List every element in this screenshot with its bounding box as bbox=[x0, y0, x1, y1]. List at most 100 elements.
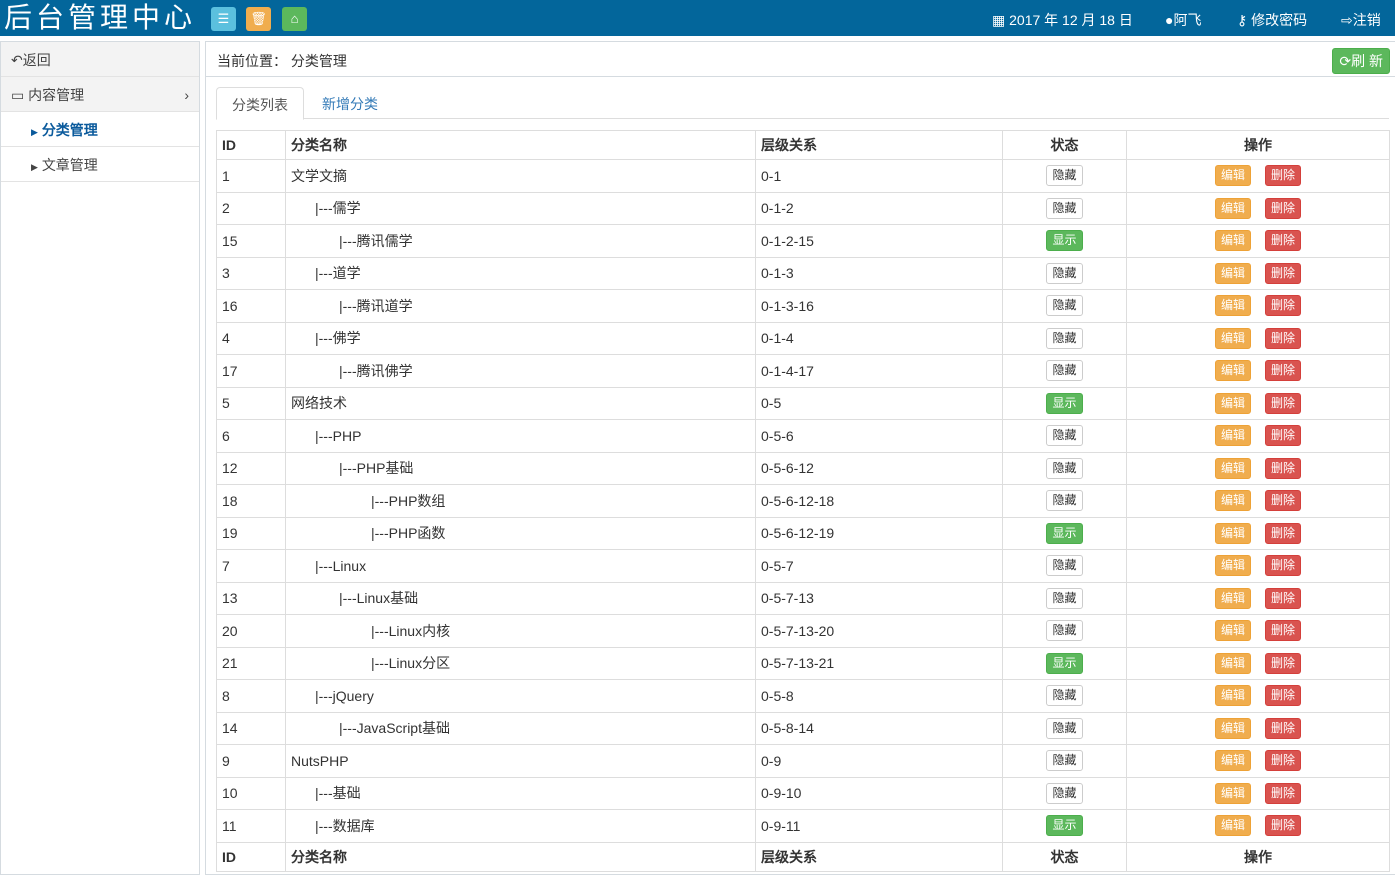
status-toggle-button[interactable]: 显示 bbox=[1046, 392, 1083, 414]
delete-button[interactable]: 删除 bbox=[1265, 685, 1302, 707]
sidebar-item-category[interactable]: ▶ 分类管理 bbox=[1, 112, 199, 147]
row-path: 0-5-7-13 bbox=[755, 581, 1003, 615]
table-row: 3 |---道学 0-1-3 隐藏 编辑 删除 bbox=[216, 256, 1390, 290]
status-toggle-button[interactable]: 隐藏 bbox=[1046, 620, 1083, 642]
row-status: 隐藏 bbox=[1002, 711, 1127, 745]
refresh-button[interactable]: ⟳刷 新 bbox=[1332, 48, 1390, 74]
edit-button[interactable]: 编辑 bbox=[1214, 782, 1251, 804]
status-toggle-button[interactable]: 显示 bbox=[1046, 815, 1083, 837]
delete-button[interactable]: 删除 bbox=[1265, 717, 1302, 739]
edit-button[interactable]: 编辑 bbox=[1214, 522, 1251, 544]
status-toggle-button[interactable]: 隐藏 bbox=[1046, 555, 1083, 577]
edit-button[interactable]: 编辑 bbox=[1214, 457, 1251, 479]
status-toggle-button[interactable]: 显示 bbox=[1046, 652, 1083, 674]
delete-button[interactable]: 删除 bbox=[1265, 230, 1302, 252]
sidebar-back[interactable]: ↶返回 bbox=[1, 42, 199, 77]
status-toggle-button[interactable]: 隐藏 bbox=[1046, 782, 1083, 804]
row-status: 显示 bbox=[1002, 646, 1127, 680]
delete-button[interactable]: 删除 bbox=[1265, 392, 1302, 414]
tab-category-list[interactable]: 分类列表 bbox=[216, 87, 304, 120]
category-name: |---PHP基础 bbox=[339, 460, 414, 477]
table-row: 5 网络技术 0-5 显示 编辑 删除 bbox=[216, 386, 1390, 420]
edit-button[interactable]: 编辑 bbox=[1214, 717, 1251, 739]
delete-button[interactable]: 删除 bbox=[1265, 782, 1302, 804]
delete-button[interactable]: 删除 bbox=[1265, 815, 1302, 837]
home-button[interactable]: ⌂ bbox=[282, 7, 307, 31]
row-path: 0-5-6-12 bbox=[755, 451, 1003, 485]
edit-button[interactable]: 编辑 bbox=[1214, 815, 1251, 837]
row-path: 0-5 bbox=[755, 386, 1003, 420]
edit-button[interactable]: 编辑 bbox=[1214, 327, 1251, 349]
status-toggle-button[interactable]: 隐藏 bbox=[1046, 685, 1083, 707]
delete-button[interactable]: 删除 bbox=[1265, 165, 1302, 187]
col-actions: 操作 bbox=[1126, 841, 1390, 872]
row-status: 隐藏 bbox=[1002, 321, 1127, 355]
monitor-icon: ▭ bbox=[11, 87, 25, 103]
status-toggle-button[interactable]: 隐藏 bbox=[1046, 165, 1083, 187]
sidebar-item-article[interactable]: ▶ 文章管理 bbox=[1, 147, 199, 182]
delete-button[interactable]: 删除 bbox=[1265, 197, 1302, 219]
row-status: 隐藏 bbox=[1002, 744, 1127, 778]
edit-button[interactable]: 编辑 bbox=[1214, 490, 1251, 512]
row-id: 3 bbox=[216, 256, 286, 290]
row-status: 隐藏 bbox=[1002, 256, 1127, 290]
edit-button[interactable]: 编辑 bbox=[1214, 750, 1251, 772]
tab-add-category[interactable]: 新增分类 bbox=[307, 87, 393, 120]
delete-button[interactable]: 删除 bbox=[1265, 360, 1302, 382]
edit-button[interactable]: 编辑 bbox=[1214, 652, 1251, 674]
edit-button[interactable]: 编辑 bbox=[1214, 555, 1251, 577]
status-toggle-button[interactable]: 显示 bbox=[1046, 230, 1083, 252]
status-toggle-button[interactable]: 隐藏 bbox=[1046, 750, 1083, 772]
menu-toggle-button[interactable]: ☰ bbox=[211, 7, 236, 31]
table-row: 15 |---腾讯儒学 0-1-2-15 显示 编辑 删除 bbox=[216, 224, 1390, 258]
clear-cache-button[interactable]: 🗑 bbox=[246, 7, 271, 31]
delete-button[interactable]: 删除 bbox=[1265, 522, 1302, 544]
delete-button[interactable]: 删除 bbox=[1265, 750, 1302, 772]
delete-button[interactable]: 删除 bbox=[1265, 652, 1302, 674]
delete-button[interactable]: 删除 bbox=[1265, 490, 1302, 512]
row-path: 0-5-8-14 bbox=[755, 711, 1003, 745]
status-toggle-button[interactable]: 隐藏 bbox=[1046, 327, 1083, 349]
delete-button[interactable]: 删除 bbox=[1265, 327, 1302, 349]
status-toggle-button[interactable]: 隐藏 bbox=[1046, 197, 1083, 219]
row-status: 隐藏 bbox=[1002, 484, 1127, 518]
status-toggle-button[interactable]: 隐藏 bbox=[1046, 360, 1083, 382]
logout-link[interactable]: ⇨注销 bbox=[1341, 0, 1381, 36]
delete-button[interactable]: 删除 bbox=[1265, 587, 1302, 609]
status-toggle-button[interactable]: 隐藏 bbox=[1046, 717, 1083, 739]
change-password-link[interactable]: ⚷ 修改密码 bbox=[1237, 0, 1307, 36]
edit-button[interactable]: 编辑 bbox=[1214, 425, 1251, 447]
status-toggle-button[interactable]: 隐藏 bbox=[1046, 490, 1083, 512]
edit-button[interactable]: 编辑 bbox=[1214, 685, 1251, 707]
status-toggle-button[interactable]: 隐藏 bbox=[1046, 295, 1083, 317]
delete-button[interactable]: 删除 bbox=[1265, 457, 1302, 479]
status-toggle-button[interactable]: 显示 bbox=[1046, 522, 1083, 544]
edit-button[interactable]: 编辑 bbox=[1214, 587, 1251, 609]
delete-button[interactable]: 删除 bbox=[1265, 555, 1302, 577]
edit-button[interactable]: 编辑 bbox=[1214, 165, 1251, 187]
edit-button[interactable]: 编辑 bbox=[1214, 197, 1251, 219]
category-name: |---PHP bbox=[315, 427, 362, 444]
delete-button[interactable]: 删除 bbox=[1265, 620, 1302, 642]
category-name: |---数据库 bbox=[315, 817, 375, 834]
status-toggle-button[interactable]: 隐藏 bbox=[1046, 457, 1083, 479]
edit-button[interactable]: 编辑 bbox=[1214, 360, 1251, 382]
edit-button[interactable]: 编辑 bbox=[1214, 230, 1251, 252]
trash-icon: 🗑 bbox=[250, 11, 267, 26]
table-row: 14 |---JavaScript基础 0-5-8-14 隐藏 编辑 删除 bbox=[216, 711, 1390, 745]
back-icon: ↶ bbox=[11, 52, 23, 68]
delete-button[interactable]: 删除 bbox=[1265, 425, 1302, 447]
edit-button[interactable]: 编辑 bbox=[1214, 620, 1251, 642]
status-toggle-button[interactable]: 隐藏 bbox=[1046, 262, 1083, 284]
status-toggle-button[interactable]: 隐藏 bbox=[1046, 425, 1083, 447]
delete-button[interactable]: 删除 bbox=[1265, 262, 1302, 284]
edit-button[interactable]: 编辑 bbox=[1214, 392, 1251, 414]
sidebar-content-management[interactable]: ▭ 内容管理 › bbox=[1, 77, 199, 112]
edit-button[interactable]: 编辑 bbox=[1214, 262, 1251, 284]
user-link[interactable]: ●阿飞 bbox=[1165, 0, 1201, 36]
row-id: 15 bbox=[216, 224, 286, 258]
delete-button[interactable]: 删除 bbox=[1265, 295, 1302, 317]
status-toggle-button[interactable]: 隐藏 bbox=[1046, 587, 1083, 609]
category-name: NutsPHP bbox=[291, 752, 349, 769]
edit-button[interactable]: 编辑 bbox=[1214, 295, 1251, 317]
